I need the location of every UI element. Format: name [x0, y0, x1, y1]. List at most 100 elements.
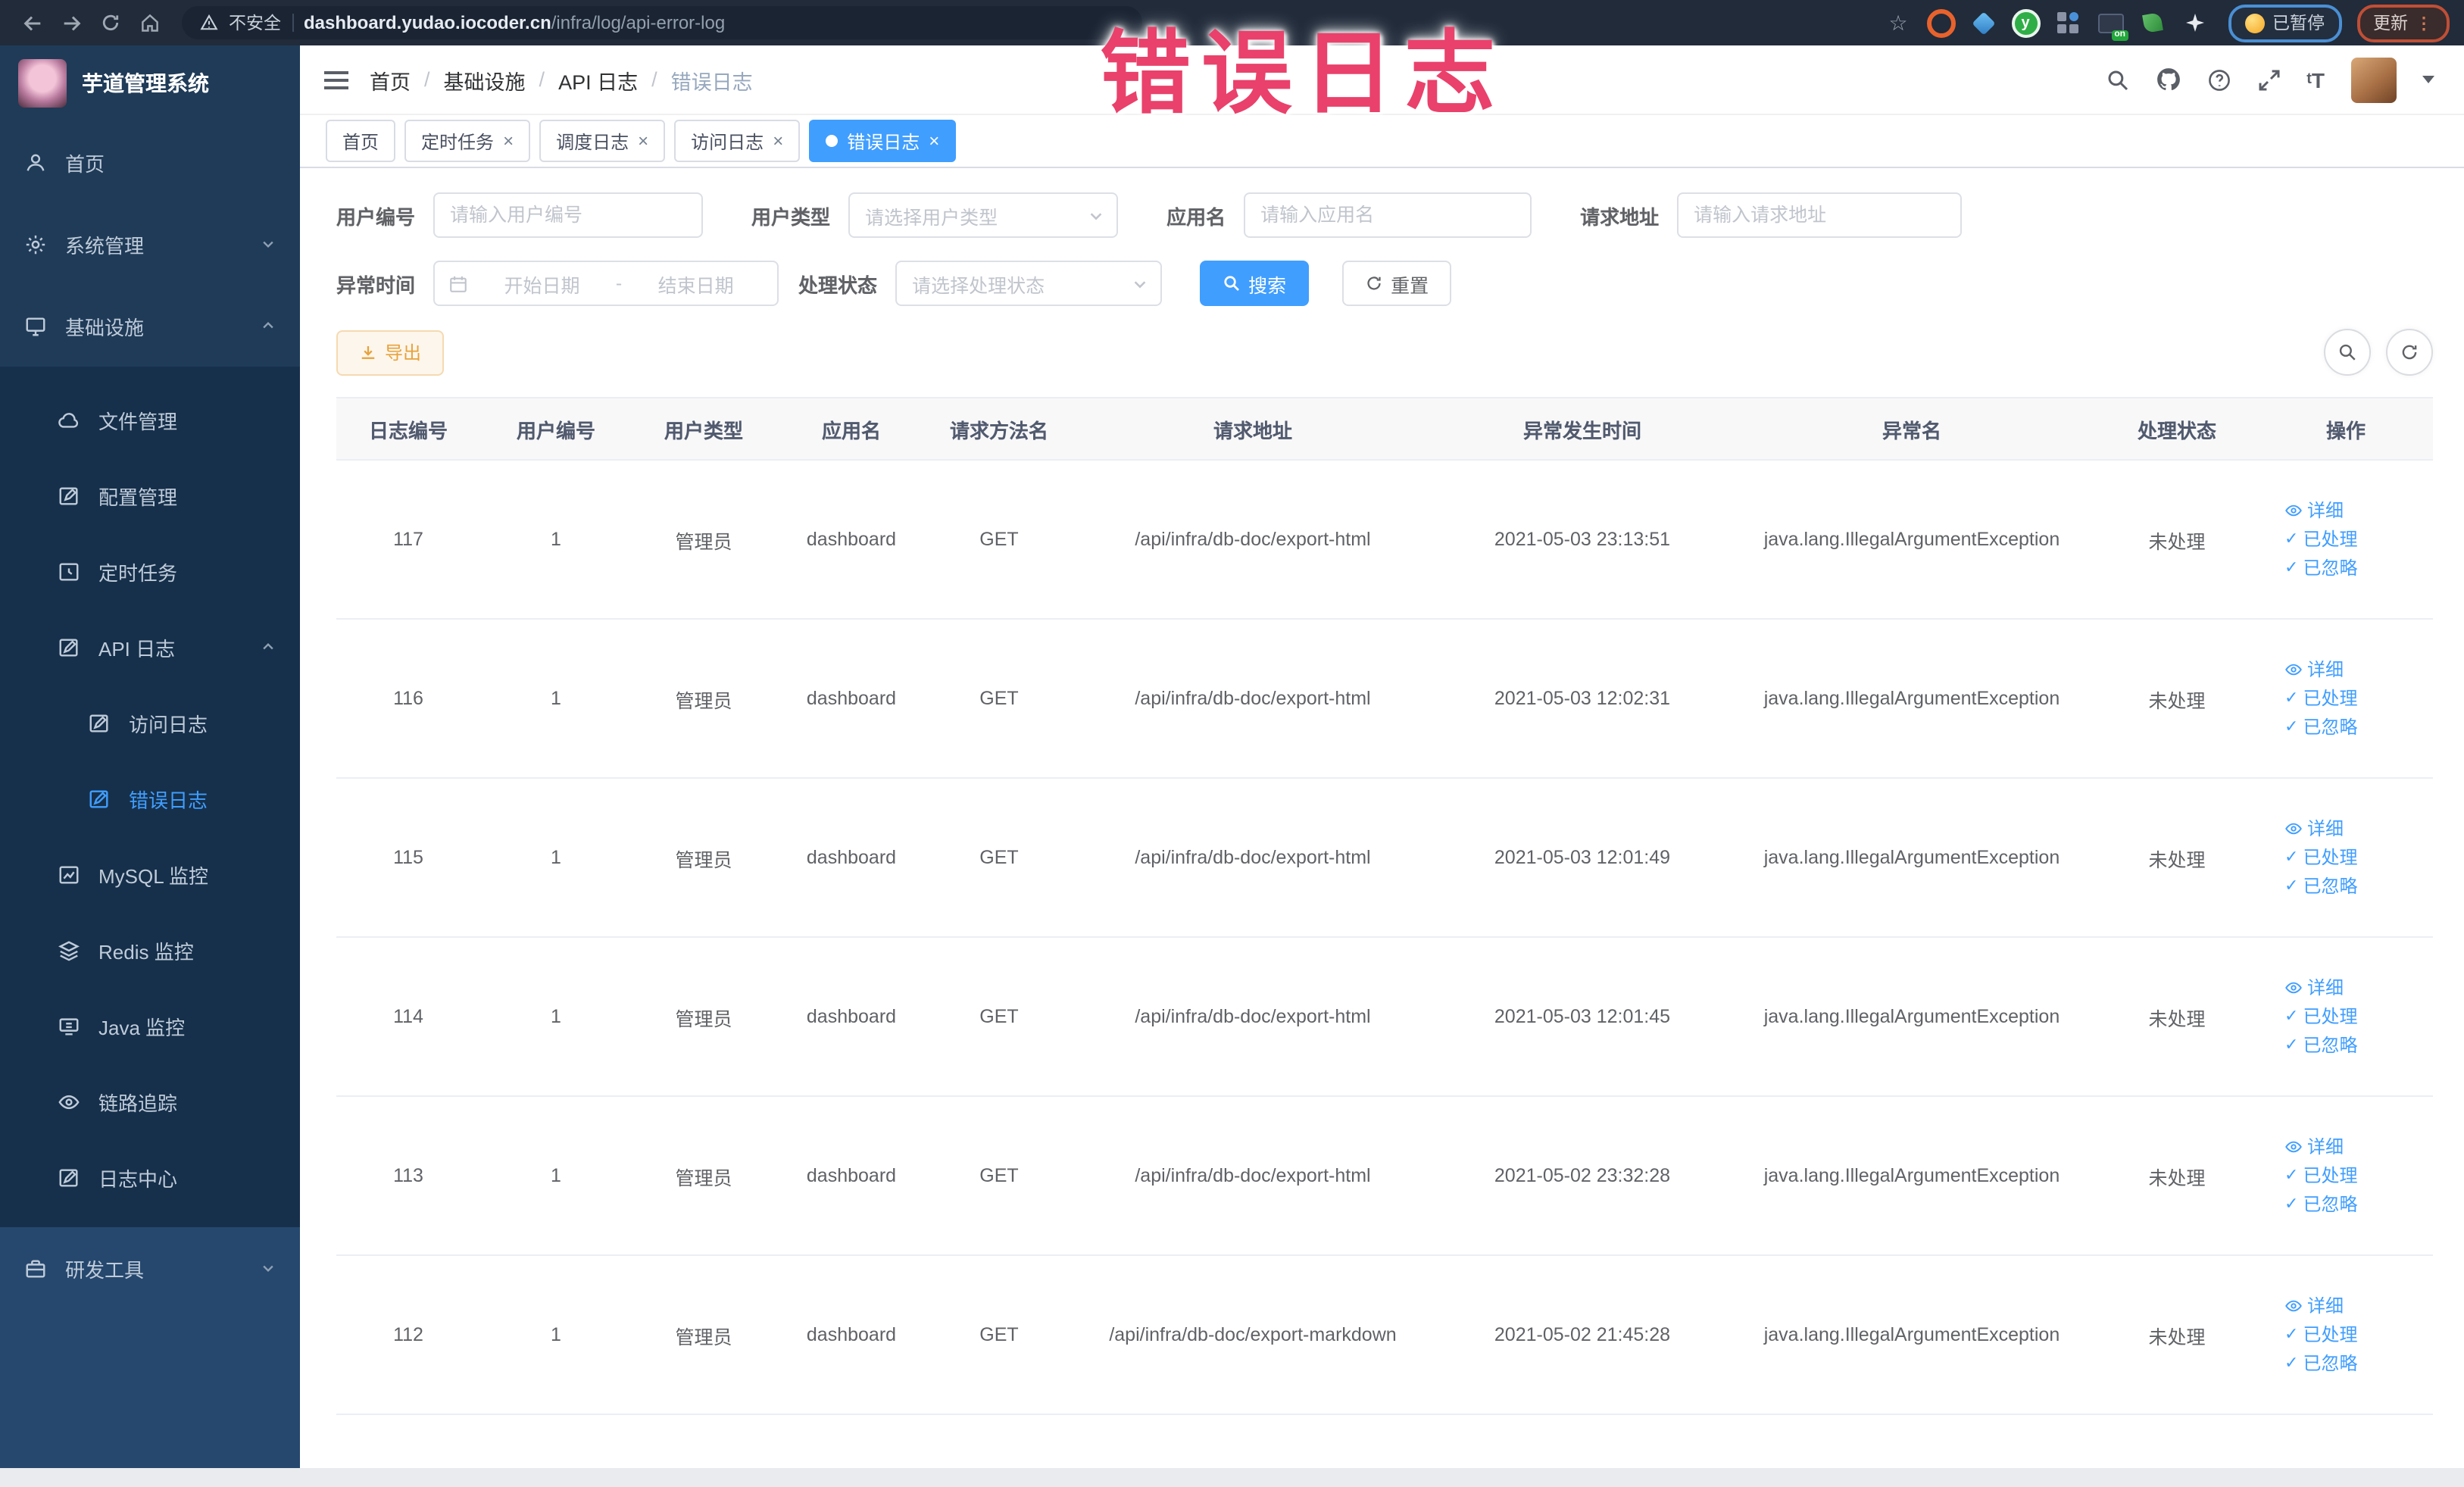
- process-status-select[interactable]: 请选择处理状态: [895, 261, 1163, 306]
- tab-access-log[interactable]: 访问日志 ×: [674, 120, 801, 162]
- cell-method: GET: [979, 1006, 1019, 1027]
- sidebar-item-api-log[interactable]: API 日志: [0, 609, 300, 685]
- search-button[interactable]: 搜索: [1200, 261, 1310, 306]
- detail-link[interactable]: 详细: [2284, 501, 2344, 520]
- sidebar-item-home[interactable]: 首页: [0, 121, 300, 203]
- mark-ignored-link[interactable]: ✓ 已忽略: [2284, 1195, 2357, 1214]
- extension-leaf-icon[interactable]: [2138, 8, 2168, 38]
- app-logo[interactable]: 芋道管理系统: [0, 45, 300, 121]
- export-button[interactable]: 导出: [336, 330, 445, 375]
- collapse-sidebar-icon[interactable]: [324, 70, 348, 89]
- detail-link[interactable]: 详细: [2284, 1138, 2344, 1156]
- mark-ignored-link[interactable]: ✓ 已忽略: [2284, 1354, 2357, 1373]
- close-icon[interactable]: ×: [929, 132, 939, 150]
- cell-user-type: 管理员: [675, 849, 732, 870]
- browser-menu-icon[interactable]: ⋮: [2416, 13, 2432, 33]
- sidebar-item-system[interactable]: 系统管理: [0, 203, 300, 285]
- extension-puzzle-icon[interactable]: [2180, 8, 2210, 38]
- fullscreen-icon[interactable]: [2256, 67, 2281, 92]
- tab-error-log[interactable]: 错误日志 ×: [809, 120, 957, 162]
- mark-processed-link[interactable]: ✓ 已处理: [2284, 1326, 2357, 1344]
- mark-ignored-link[interactable]: ✓ 已忽略: [2284, 877, 2357, 895]
- breadcrumb-infra[interactable]: 基础设施: [444, 64, 526, 95]
- address-bar[interactable]: 不安全 dashboard.yudao.iocoder.cn/infra/log…: [182, 6, 1142, 39]
- emoji-icon: [2245, 13, 2265, 33]
- sidebar-item-java-monitor[interactable]: Java 监控: [0, 988, 300, 1064]
- eye-icon: [2285, 505, 2302, 517]
- user-avatar[interactable]: [2350, 57, 2396, 102]
- sidebar-item-scheduled-jobs[interactable]: 定时任务: [0, 533, 300, 609]
- mark-processed-link[interactable]: ✓ 已处理: [2284, 848, 2357, 867]
- user-id-input[interactable]: [433, 192, 704, 238]
- app-name-input[interactable]: [1244, 192, 1532, 238]
- reset-button[interactable]: 重置: [1342, 261, 1452, 306]
- tab-scheduled-jobs[interactable]: 定时任务 ×: [404, 120, 531, 162]
- sidebar-item-dev-tools[interactable]: 研发工具: [0, 1227, 300, 1309]
- extension-green-icon[interactable]: y: [2010, 8, 2041, 38]
- toggle-search-button[interactable]: [2323, 329, 2370, 376]
- check-icon: ✓: [2284, 1354, 2299, 1372]
- detail-link[interactable]: 详细: [2284, 820, 2344, 838]
- bookmark-star-icon[interactable]: ☆: [1883, 8, 1913, 38]
- extension-orange-icon[interactable]: [1925, 8, 1956, 38]
- sidebar-item-config-manage[interactable]: 配置管理: [0, 458, 300, 533]
- request-url-input[interactable]: [1677, 192, 1963, 238]
- home-icon[interactable]: [133, 6, 167, 39]
- sidebar-item-error-log[interactable]: 错误日志: [0, 761, 300, 836]
- help-icon[interactable]: [2206, 67, 2231, 92]
- url-text[interactable]: dashboard.yudao.iocoder.cn/infra/log/api…: [304, 12, 725, 33]
- extension-switch-icon[interactable]: on: [2095, 8, 2128, 41]
- cell-log-id: 113: [393, 1165, 423, 1186]
- close-icon[interactable]: ×: [503, 132, 514, 150]
- paused-badge[interactable]: 已暂停: [2228, 4, 2341, 42]
- sidebar-item-access-log[interactable]: 访问日志: [0, 685, 300, 761]
- close-icon[interactable]: ×: [638, 132, 648, 150]
- forward-icon[interactable]: [55, 6, 88, 39]
- font-size-icon[interactable]: tT: [2306, 67, 2325, 92]
- mark-ignored-link[interactable]: ✓ 已忽略: [2284, 1036, 2357, 1054]
- exception-time-range-picker[interactable]: 开始日期 - 结束日期: [433, 261, 779, 306]
- cell-time: 2021-05-02 23:32:28: [1494, 1165, 1671, 1186]
- mark-ignored-link[interactable]: ✓ 已忽略: [2284, 559, 2357, 577]
- mark-processed-link[interactable]: ✓ 已处理: [2284, 689, 2357, 708]
- security-label[interactable]: 不安全: [229, 11, 281, 35]
- avatar-caret-icon[interactable]: [2422, 76, 2434, 83]
- close-icon[interactable]: ×: [773, 132, 783, 150]
- sidebar-item-file-manage[interactable]: 文件管理: [0, 382, 300, 458]
- update-button[interactable]: 更新 ⋮: [2356, 4, 2449, 42]
- extension-grid-icon[interactable]: [2053, 8, 2083, 38]
- sidebar-item-log-center[interactable]: 日志中心: [0, 1139, 300, 1215]
- search-icon[interactable]: [2105, 67, 2129, 92]
- breadcrumb-home[interactable]: 首页: [370, 64, 411, 95]
- tab-home[interactable]: 首页: [326, 120, 396, 162]
- back-icon[interactable]: [15, 6, 48, 39]
- mark-processed-link[interactable]: ✓ 已处理: [2284, 530, 2357, 548]
- github-icon[interactable]: [2155, 67, 2181, 92]
- cell-exception: java.lang.IllegalArgumentException: [1763, 1006, 2060, 1027]
- mark-processed-link[interactable]: ✓ 已处理: [2284, 1007, 2357, 1026]
- table-body: 117 1 管理员 dashboard GET /api/infra/db-do…: [336, 461, 2432, 1415]
- eye-icon: [2285, 664, 2302, 676]
- extension-gem-icon[interactable]: [1968, 8, 1998, 38]
- sidebar-item-trace[interactable]: 链路追踪: [0, 1064, 300, 1139]
- search-icon: [1224, 276, 1240, 291]
- mark-processed-link[interactable]: ✓ 已处理: [2284, 1167, 2357, 1185]
- cell-exception: java.lang.IllegalArgumentException: [1763, 1324, 2060, 1345]
- chevron-down-icon: [1134, 280, 1146, 288]
- detail-link[interactable]: 详细: [2284, 661, 2344, 679]
- sidebar-item-mysql-monitor[interactable]: MySQL 监控: [0, 836, 300, 912]
- reload-icon[interactable]: [94, 6, 127, 39]
- breadcrumb-api-log[interactable]: API 日志: [558, 64, 638, 95]
- detail-link[interactable]: 详细: [2284, 1297, 2344, 1315]
- sidebar-item-redis-monitor[interactable]: Redis 监控: [0, 912, 300, 988]
- col-time: 异常发生时间: [1522, 419, 1641, 442]
- refresh-button[interactable]: [2385, 329, 2432, 376]
- detail-link[interactable]: 详细: [2284, 979, 2344, 997]
- cell-method: GET: [979, 1165, 1019, 1186]
- tab-dispatch-log[interactable]: 调度日志 ×: [539, 120, 666, 162]
- mark-ignored-link[interactable]: ✓ 已忽略: [2284, 718, 2357, 736]
- cell-actions: 详细 ✓ 已处理 ✓ 已忽略: [2260, 820, 2431, 895]
- cell-status: 未处理: [2148, 1167, 2206, 1189]
- user-type-select[interactable]: 请选择用户类型: [848, 192, 1119, 238]
- sidebar-item-infra[interactable]: 基础设施: [0, 285, 300, 367]
